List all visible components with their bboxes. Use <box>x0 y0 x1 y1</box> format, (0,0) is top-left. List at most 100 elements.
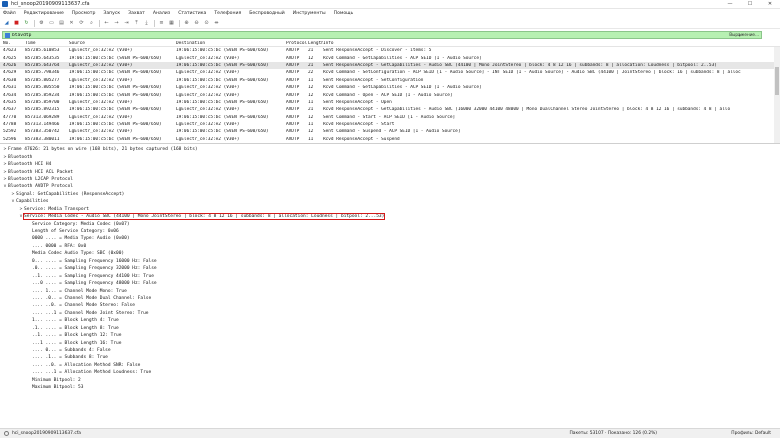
menu-item[interactable]: Статистика <box>178 11 206 16</box>
detail-tree-item[interactable]: .... ...1 = Allocation Method Loudness: … <box>0 369 780 376</box>
first-packet-icon[interactable]: ⤒ <box>133 20 140 27</box>
filter-expression-button[interactable]: Выражение... <box>729 32 759 38</box>
menu-item[interactable]: Беспроводный <box>249 11 285 16</box>
detail-tree-item[interactable]: Maximum Bitpool: 53 <box>0 384 780 391</box>
menu-item[interactable]: Анализ <box>153 11 170 16</box>
detail-tree-item[interactable]: .... 1... = Channel Mode Mono: True <box>0 287 780 294</box>
autoscroll-icon[interactable]: ≡ <box>158 20 165 27</box>
detail-tree-item[interactable]: Service Category: Media Codec (0x07) <box>0 220 780 227</box>
column-header[interactable]: Source <box>69 41 176 46</box>
detail-tree-item[interactable]: > Bluetooth L2CAP Protocol <box>0 176 780 183</box>
menu-item[interactable]: Телефония <box>214 11 241 16</box>
expert-info-icon[interactable] <box>4 431 9 436</box>
save-icon[interactable]: ▤ <box>58 20 65 27</box>
filter-bookmark-icon[interactable] <box>5 32 10 38</box>
column-header[interactable]: Length <box>308 41 323 46</box>
detail-tree-item[interactable]: .0.. .... = Sampling Frequency 32000 Hz:… <box>0 265 780 272</box>
detail-tree-item[interactable]: Minimum Bitpool: 2 <box>0 377 780 384</box>
column-header[interactable]: Protocol <box>286 41 308 46</box>
packet-row[interactable]: 47770 857313.069289 LgElectr_ce:32:e2 (V30… <box>0 114 780 121</box>
detail-tree-item[interactable]: > Bluetooth HCI ACL Packet <box>0 168 780 175</box>
minimize-icon[interactable]: — <box>720 0 740 9</box>
packet-row[interactable]: 47634 857285.859234 19:06:15:00:c5:bc (SVE… <box>0 91 780 98</box>
detail-tree-item[interactable]: Length of Service Category: 0x06 <box>0 228 780 235</box>
close-x-icon[interactable]: ✕ <box>68 20 75 27</box>
detail-tree-item[interactable]: ...0 .... = Sampling Frequency 48000 Hz:… <box>0 280 780 287</box>
detail-tree-item[interactable]: > Signal: GetCapabilities (ResponseAccept… <box>0 191 780 198</box>
packet-row[interactable]: 47637 857285.892315 19:06:15:00:c5:bc (SVE… <box>0 106 780 113</box>
packet-cell-proto: AVDTP <box>286 136 300 142</box>
maximize-icon[interactable]: ☐ <box>740 0 760 9</box>
packet-row[interactable]: 47635 857285.859700 LgElectr_ce:32:e2 (V30… <box>0 99 780 106</box>
detail-tree-item[interactable]: > Frame 47626: 21 bytes on wire (168 bits… <box>0 146 780 153</box>
packet-row[interactable]: 47631 857285.805550 19:06:15:00:c5:bc (SVE… <box>0 84 780 91</box>
restart-icon[interactable]: ↻ <box>23 20 30 27</box>
column-header[interactable]: Info <box>323 41 780 46</box>
zoom-in-icon[interactable]: ⊕ <box>183 20 190 27</box>
detail-tree-item[interactable]: 1... .... = Block Length 4: True <box>0 317 780 324</box>
detail-tree-item[interactable]: .... ..0. = Allocation Method SNR: False <box>0 362 780 369</box>
packet-cell-dst: LgElectr_ce:32:e2 (V30+) <box>176 55 240 61</box>
detail-tree-item[interactable]: 0000 .... = Media Type: Audio (0x00) <box>0 235 780 242</box>
display-filter-input[interactable] <box>12 32 712 38</box>
packet-cell-src: 19:06:15:00:c5:bc (SVEN PS-600/650) <box>69 107 162 113</box>
packet-row[interactable]: 47629 857285.798346 19:06:15:00:c5:bc (SVE… <box>0 69 780 76</box>
packet-list-scroll-thumb[interactable] <box>775 67 779 95</box>
detail-tree-item[interactable]: .1.. .... = Block Length 8: True <box>0 325 780 332</box>
detail-tree-item[interactable]: > Service: Media Transport <box>0 206 780 213</box>
colorize-icon[interactable]: ▦ <box>168 20 175 27</box>
zoom-out-icon[interactable]: ⊖ <box>193 20 200 27</box>
detail-text: Length of Service Category: 0x06 <box>32 229 119 235</box>
detail-tree-item[interactable]: 0... .... = Sampling Frequency 16000 Hz:… <box>0 258 780 265</box>
menu-item[interactable]: Помощь <box>334 11 354 16</box>
detail-tree-item[interactable]: v Service: Media Codec - Audio SBC (44100… <box>0 213 780 221</box>
status-profile[interactable]: Профиль: Default <box>657 431 777 436</box>
packet-row[interactable]: 47625 857285.643535 19:06:15:00:c5:bc (SVE… <box>0 54 780 61</box>
menu-item[interactable]: Редактирование <box>24 11 64 16</box>
detail-tree-item[interactable]: .... 0000 = RFA: 0x0 <box>0 243 780 250</box>
packet-row[interactable]: 47623 857285.610853 LgElectr_ce:32:e2 (V30… <box>0 47 780 54</box>
detail-tree-item[interactable]: .... 0... = Subbands 4: False <box>0 347 780 354</box>
packet-list-scrollbar[interactable] <box>774 47 780 143</box>
detail-tree-item[interactable]: .... ...1 = Channel Mode Joint Stereo: T… <box>0 310 780 317</box>
forward-arrow-icon[interactable]: → <box>113 20 120 27</box>
detail-tree-item[interactable]: ..1. .... = Sampling Frequency 44100 Hz:… <box>0 272 780 279</box>
zoom-normal-icon[interactable]: ⊙ <box>203 20 210 27</box>
options-gear-icon[interactable]: ⚙ <box>38 20 45 27</box>
menu-item[interactable]: Файл <box>3 11 16 16</box>
display-filter-field[interactable]: ▾ Выражение... <box>2 31 762 39</box>
detail-tree-item[interactable]: .... .1.. = Subbands 8: True <box>0 354 780 361</box>
close-window-icon[interactable]: ✕ <box>760 0 780 9</box>
detail-tree-item[interactable]: v Bluetooth AVDTP Protocol <box>0 183 780 190</box>
column-header[interactable]: Time <box>25 41 69 46</box>
packet-row-selected[interactable]: 47626 857285.643764 LgElectr_ce:32:e2 (V30… <box>0 61 780 70</box>
detail-tree-item[interactable]: v Capabilities <box>0 198 780 205</box>
detail-tree-item[interactable]: ...1 .... = Block Length 16: True <box>0 339 780 346</box>
detail-tree-item[interactable]: .... ..0. = Channel Mode Stereo: False <box>0 302 780 309</box>
packet-cell-src: LgElectr_ce:32:e2 (V30+) <box>69 129 133 135</box>
packet-row[interactable]: 47788 857313.149466 19:06:15:00:c5:bc (SVE… <box>0 121 780 128</box>
packet-row[interactable]: 52596 857383.380011 19:06:15:00:c5:bc (SVE… <box>0 136 780 143</box>
packet-row[interactable]: 52592 857383.350742 LgElectr_ce:32:e2 (V30… <box>0 128 780 135</box>
menu-item[interactable]: Инструменты <box>293 11 326 16</box>
stop-square-icon[interactable]: ■ <box>13 20 20 27</box>
open-folder-icon[interactable]: ▭ <box>48 20 55 27</box>
menu-item[interactable]: Запуск <box>103 11 120 16</box>
detail-tree-item[interactable]: .... .0.. = Channel Mode Dual Channel: F… <box>0 295 780 302</box>
detail-tree-item[interactable]: > Bluetooth <box>0 153 780 160</box>
detail-tree-item[interactable]: ..1. .... = Block Length 12: True <box>0 332 780 339</box>
packet-row[interactable]: 47630 857285.805277 LgElectr_ce:32:e2 (V30… <box>0 77 780 84</box>
column-header[interactable]: Destination <box>176 41 286 46</box>
find-icon[interactable]: ⌕ <box>88 20 95 27</box>
back-arrow-icon[interactable]: ← <box>103 20 110 27</box>
resize-columns-icon[interactable]: ⇹ <box>213 20 220 27</box>
shark-fin-start-icon[interactable]: ◢ <box>3 20 10 27</box>
last-packet-icon[interactable]: ⤓ <box>143 20 150 27</box>
menu-item[interactable]: Просмотр <box>72 11 96 16</box>
go-to-packet-icon[interactable]: ⇥ <box>123 20 130 27</box>
menu-item[interactable]: Захват <box>128 11 145 16</box>
detail-tree-item[interactable]: > Bluetooth HCI H4 <box>0 161 780 168</box>
detail-tree-item[interactable]: Media Codec Audio Type: SBC (0x00) <box>0 250 780 257</box>
column-header[interactable]: No. <box>0 41 25 46</box>
reload-icon[interactable]: ⟳ <box>78 20 85 27</box>
